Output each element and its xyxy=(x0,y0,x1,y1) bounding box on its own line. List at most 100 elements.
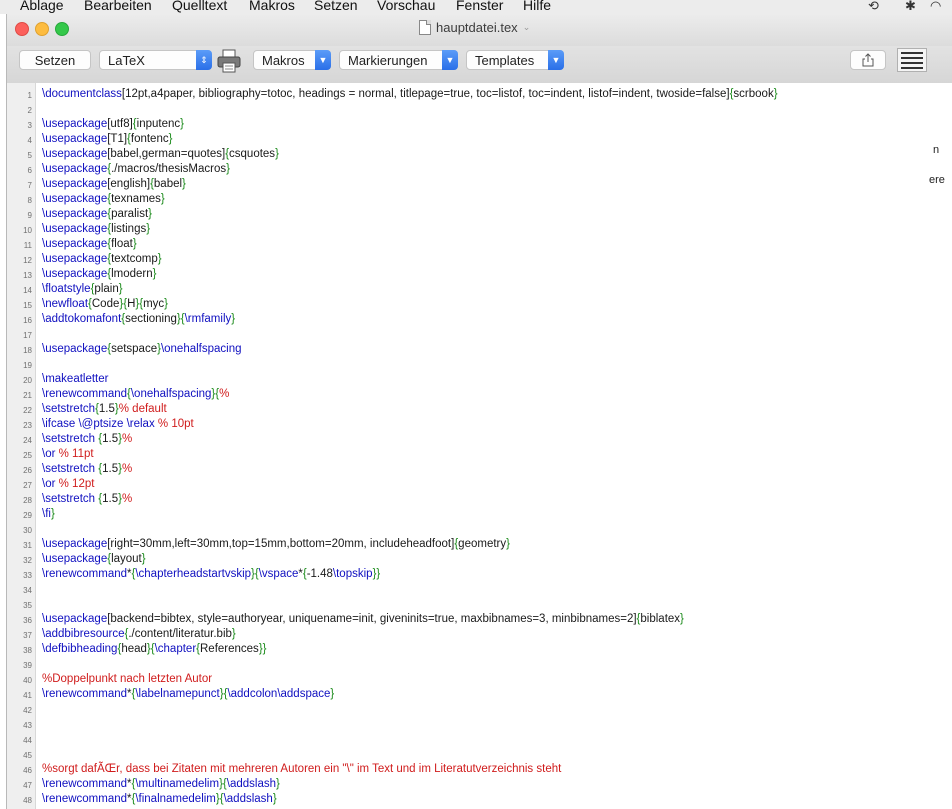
window-title[interactable]: hauptdatei.tex ⌄ xyxy=(419,20,530,35)
menu-hilfe[interactable]: Hilfe xyxy=(523,0,551,13)
line-number: 2 xyxy=(27,106,32,115)
code-line[interactable]: 38 \defbibheading{head}{\chapter{Referenc… xyxy=(7,642,947,657)
code-text: \usepackage[english]{babel} xyxy=(42,178,186,190)
code-line[interactable]: 40 %Doppelpunkt nach letzten Autor xyxy=(7,672,947,687)
code-line[interactable]: 46 %sorgt dafÃŒr, dass bei Zitaten mit me… xyxy=(7,762,947,777)
markers-dropdown[interactable]: Markierungen ▼ xyxy=(339,50,458,70)
code-line[interactable]: 18 \usepackage{setspace}\onehalfspacing xyxy=(7,342,947,357)
code-line[interactable]: 39 xyxy=(7,657,947,672)
code-line[interactable]: 26 \setstretch {1.5}% xyxy=(7,462,947,477)
code-line[interactable]: 10 \usepackage{listings} xyxy=(7,222,947,237)
code-line[interactable]: 5 \usepackage[babel,german=quotes]{csquot… xyxy=(7,147,947,162)
wifi-icon[interactable]: ◠ xyxy=(930,0,941,14)
templates-dropdown[interactable]: Templates ▼ xyxy=(466,50,564,70)
printer-icon[interactable] xyxy=(216,48,242,74)
line-number: 27 xyxy=(23,481,32,490)
typeset-mode-select[interactable]: LaTeX ⇕ xyxy=(99,50,212,70)
code-line[interactable]: 2 xyxy=(7,102,947,117)
code-line[interactable]: 41 \renewcommand*{\labelnamepunct}{\addco… xyxy=(7,687,947,702)
code-line[interactable]: 9 \usepackage{paralist} xyxy=(7,207,947,222)
code-line[interactable]: 35 xyxy=(7,597,947,612)
code-text: \or % 11pt xyxy=(42,448,94,460)
share-button[interactable] xyxy=(850,50,886,70)
code-line[interactable]: 14 \floatstyle{plain} xyxy=(7,282,947,297)
source-editor[interactable]: 1 \documentclass[12pt,a4paper, bibliograp… xyxy=(7,83,952,809)
code-line[interactable]: 47 \renewcommand*{\multinamedelim}{\addsl… xyxy=(7,777,947,792)
code-text: \renewcommand{\onehalfspacing}{% xyxy=(42,388,230,400)
code-line[interactable]: 30 xyxy=(7,522,947,537)
code-line[interactable]: 20 \makeatletter xyxy=(7,372,947,387)
menu-quelltext[interactable]: Quelltext xyxy=(172,0,227,13)
line-number: 10 xyxy=(23,226,32,235)
code-line[interactable]: 36 \usepackage[backend=bibtex, style=auth… xyxy=(7,612,947,627)
code-line[interactable]: 33 \renewcommand*{\chapterheadstartvskip}… xyxy=(7,567,947,582)
minimize-button[interactable] xyxy=(35,22,49,36)
code-text: \usepackage{./macros/thesisMacros} xyxy=(42,163,230,175)
code-line[interactable]: 12 \usepackage{textcomp} xyxy=(7,252,947,267)
code-line[interactable]: 37 \addbibresource{./content/literatur.bi… xyxy=(7,627,947,642)
code-line[interactable]: 11 \usepackage{float} xyxy=(7,237,947,252)
line-number: 13 xyxy=(23,271,32,280)
templates-label: Templates xyxy=(475,52,535,68)
share-icon xyxy=(862,53,874,67)
zoom-button[interactable] xyxy=(55,22,69,36)
menu-setzen[interactable]: Setzen xyxy=(314,0,358,13)
code-line[interactable]: 32 \usepackage{layout} xyxy=(7,552,947,567)
bluetooth-icon[interactable]: ✱ xyxy=(905,0,916,14)
time-machine-icon[interactable]: ⟲ xyxy=(868,0,879,14)
code-line[interactable]: 25 \or % 11pt xyxy=(7,447,947,462)
code-line[interactable]: 4 \usepackage[T1]{fontenc} xyxy=(7,132,947,147)
code-line[interactable]: 6 \usepackage{./macros/thesisMacros} xyxy=(7,162,947,177)
code-line[interactable]: 15 \newfloat{Code}{H}{myc} xyxy=(7,297,947,312)
line-number: 9 xyxy=(27,211,32,220)
typeset-button[interactable]: Setzen xyxy=(19,50,91,70)
code-line[interactable]: 44 xyxy=(7,732,947,747)
line-number: 24 xyxy=(23,436,32,445)
line-number: 42 xyxy=(23,706,32,715)
code-line[interactable]: 13 \usepackage{lmodern} xyxy=(7,267,947,282)
menu-fenster[interactable]: Fenster xyxy=(456,0,503,13)
layout-toggle-button[interactable] xyxy=(897,48,927,72)
line-number: 33 xyxy=(23,571,32,580)
code-line[interactable]: 28 \setstretch {1.5}% xyxy=(7,492,947,507)
clipped-text-fragment: ere xyxy=(929,174,945,186)
macros-dropdown[interactable]: Makros ▼ xyxy=(253,50,331,70)
menu-vorschau[interactable]: Vorschau xyxy=(377,0,435,13)
code-line[interactable]: 21 \renewcommand{\onehalfspacing}{% xyxy=(7,387,947,402)
line-number: 45 xyxy=(23,751,32,760)
code-line[interactable]: 23 \ifcase \@ptsize \relax % 10pt xyxy=(7,417,947,432)
code-text: %sorgt dafÃŒr, dass bei Zitaten mit mehr… xyxy=(42,763,562,775)
code-line[interactable]: 8 \usepackage{texnames} xyxy=(7,192,947,207)
code-line[interactable]: 34 xyxy=(7,582,947,597)
code-line[interactable]: 43 xyxy=(7,717,947,732)
code-line[interactable]: 45 xyxy=(7,747,947,762)
line-number: 8 xyxy=(27,196,32,205)
code-line[interactable]: 7 \usepackage[english]{babel} xyxy=(7,177,947,192)
menu-makros[interactable]: Makros xyxy=(249,0,295,13)
title-bar: hauptdatei.tex ⌄ xyxy=(7,14,952,46)
menu-bearbeiten[interactable]: Bearbeiten xyxy=(84,0,152,13)
menu-ablage[interactable]: Ablage xyxy=(20,0,64,13)
line-number: 22 xyxy=(23,406,32,415)
code-line[interactable]: 31 \usepackage[right=30mm,left=30mm,top=1… xyxy=(7,537,947,552)
line-number: 31 xyxy=(23,541,32,550)
line-number: 20 xyxy=(23,376,32,385)
code-line[interactable]: 22 \setstretch{1.5}% default xyxy=(7,402,947,417)
close-button[interactable] xyxy=(15,22,29,36)
code-line[interactable]: 1 \documentclass[12pt,a4paper, bibliograp… xyxy=(7,87,947,102)
code-line[interactable]: 19 xyxy=(7,357,947,372)
code-line[interactable]: 42 xyxy=(7,702,947,717)
code-line[interactable]: 17 xyxy=(7,327,947,342)
line-number: 29 xyxy=(23,511,32,520)
code-text: \usepackage[babel,german=quotes]{csquote… xyxy=(42,148,279,160)
code-line[interactable]: 3 \usepackage[utf8]{inputenc} xyxy=(7,117,947,132)
code-text: \usepackage{float} xyxy=(42,238,137,250)
typeset-mode-value: LaTeX xyxy=(108,52,145,68)
code-line[interactable]: 27 \or % 12pt xyxy=(7,477,947,492)
code-line[interactable]: 24 \setstretch {1.5}% xyxy=(7,432,947,447)
line-number: 23 xyxy=(23,421,32,430)
code-line[interactable]: 48 \renewcommand*{\finalnamedelim}{\addsl… xyxy=(7,792,947,807)
code-line[interactable]: 29 \fi} xyxy=(7,507,947,522)
code-line[interactable]: 16 \addtokomafont{sectioning}{\rmfamily} xyxy=(7,312,947,327)
line-number: 35 xyxy=(23,601,32,610)
